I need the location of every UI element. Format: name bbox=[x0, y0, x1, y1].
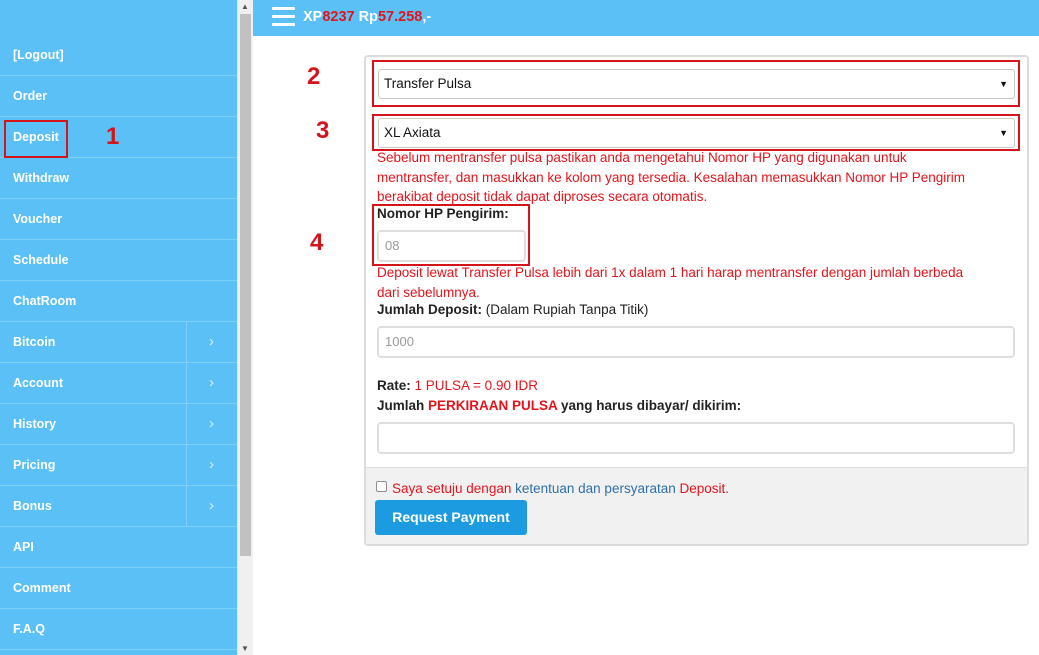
sidebar-item-label: Pricing bbox=[13, 458, 56, 472]
sidebar-item-account[interactable]: Account › bbox=[0, 363, 237, 404]
agree-checkbox[interactable] bbox=[376, 481, 387, 492]
amount-label: Jumlah Deposit: (Dalam Rupiah Tanpa Titi… bbox=[377, 302, 649, 317]
highlight-box-provider bbox=[372, 114, 1020, 151]
chevron-right-icon: › bbox=[209, 333, 214, 350]
submenu-toggle[interactable]: › bbox=[186, 363, 237, 403]
sidebar-item-label: Bonus bbox=[13, 499, 52, 513]
rp-prefix: Rp bbox=[358, 9, 378, 25]
sidebar-item-label: ChatRoom bbox=[13, 294, 77, 308]
sidebar-item-order[interactable]: Order bbox=[0, 76, 237, 117]
sidebar-item-bitcoin[interactable]: Bitcoin › bbox=[0, 322, 237, 363]
submenu-toggle[interactable]: › bbox=[186, 486, 237, 526]
annotation-number-1: 1 bbox=[106, 123, 120, 150]
sidebar-item-label: Voucher bbox=[13, 212, 63, 226]
chevron-right-icon: › bbox=[209, 497, 214, 514]
sidebar-item-label: Order bbox=[13, 89, 48, 103]
sidebar-item-voucher[interactable]: Voucher bbox=[0, 199, 237, 240]
amount-placeholder: 1000 bbox=[385, 334, 414, 349]
terms-link[interactable]: ketentuan dan persyaratan bbox=[515, 481, 676, 496]
annotation-number-3: 3 bbox=[316, 117, 330, 144]
sidebar-item-label: Withdraw bbox=[13, 171, 70, 185]
sender-warning-line: mentransfer, dan masukkan ke kolom yang … bbox=[377, 169, 966, 185]
highlight-box-deposit bbox=[4, 120, 68, 158]
scroll-up-arrow-icon[interactable]: ▲ bbox=[241, 2, 249, 12]
sidebar-item-f-a-q[interactable]: F.A.Q bbox=[0, 609, 237, 650]
sidebar: [Logout] Order Deposit Withdraw Voucher Sched… bbox=[0, 0, 237, 655]
xp-value: 8237 bbox=[322, 9, 355, 25]
chevron-right-icon: › bbox=[209, 415, 214, 432]
submenu-toggle[interactable]: › bbox=[186, 404, 237, 444]
sidebar-item-logout[interactable]: [Logout] bbox=[0, 35, 237, 76]
sender-warning: Sebelum mentransfer pulsa pastikan anda … bbox=[377, 148, 965, 207]
rate-info: Rate: 1 PULSA = 0.90 IDR bbox=[377, 378, 538, 393]
rp-value: 57.258 bbox=[377, 9, 423, 25]
sidebar-item-label: History bbox=[13, 417, 57, 431]
transfer-warning: Deposit lewat Transfer Pulsa lebih dari … bbox=[377, 263, 963, 302]
rp-suffix: ,- bbox=[422, 9, 432, 25]
sidebar-item-label: [Logout] bbox=[13, 48, 64, 62]
chevron-right-icon: › bbox=[209, 374, 214, 391]
sidebar-item-comment[interactable]: Comment bbox=[0, 568, 237, 609]
sidebar-item-label: Comment bbox=[13, 581, 71, 595]
chevron-right-icon: › bbox=[209, 456, 214, 473]
top-bar: XP8237 Rp57.258,- bbox=[253, 0, 1039, 36]
transfer-warning-line: dari sebelumnya. bbox=[377, 284, 480, 300]
deposit-page: [Logout] Order Deposit Withdraw Voucher Sched… bbox=[0, 0, 1039, 655]
sidebar-item-schedule[interactable]: Schedule bbox=[0, 240, 237, 281]
amount-input[interactable]: 1000 bbox=[377, 326, 1015, 358]
sidebar-item-api[interactable]: API bbox=[0, 527, 237, 568]
sidebar-item-withdraw[interactable]: Withdraw bbox=[0, 158, 237, 199]
sidebar-item-label: Account bbox=[13, 376, 63, 390]
scroll-thumb[interactable] bbox=[240, 14, 251, 556]
sidebar-item-bonus[interactable]: Bonus › bbox=[0, 486, 237, 527]
agree-text: Saya setuju dengan ketentuan dan persyar… bbox=[392, 481, 730, 496]
highlight-box-method bbox=[372, 60, 1020, 107]
sidebar-item-chatroom[interactable]: ChatRoom bbox=[0, 281, 237, 322]
sidebar-item-history[interactable]: History › bbox=[0, 404, 237, 445]
menu-icon[interactable] bbox=[272, 7, 295, 26]
submenu-toggle[interactable]: › bbox=[186, 322, 237, 362]
sidebar-item-label: Bitcoin bbox=[13, 335, 56, 349]
sidebar-item-label: API bbox=[13, 540, 34, 554]
highlight-box-sender bbox=[372, 204, 530, 266]
sidebar-item-pricing[interactable]: Pricing › bbox=[0, 445, 237, 486]
sidebar-item-label: Schedule bbox=[13, 253, 69, 267]
xp-prefix: XP bbox=[303, 9, 323, 25]
scroll-down-arrow-icon[interactable]: ▼ bbox=[241, 644, 249, 654]
submenu-toggle[interactable]: › bbox=[186, 445, 237, 485]
annotation-number-2: 2 bbox=[307, 63, 321, 90]
estimate-input[interactable] bbox=[377, 422, 1015, 454]
annotation-number-4: 4 bbox=[310, 229, 324, 256]
sidebar-item-label: F.A.Q bbox=[13, 622, 45, 636]
estimate-label: Jumlah PERKIRAAN PULSA yang harus dibaya… bbox=[377, 398, 742, 413]
request-payment-button[interactable]: Request Payment bbox=[375, 500, 527, 535]
sidebar-scrollbar[interactable]: ▲ ▼ bbox=[237, 0, 253, 655]
account-balance: XP8237 Rp57.258,- bbox=[303, 9, 431, 25]
